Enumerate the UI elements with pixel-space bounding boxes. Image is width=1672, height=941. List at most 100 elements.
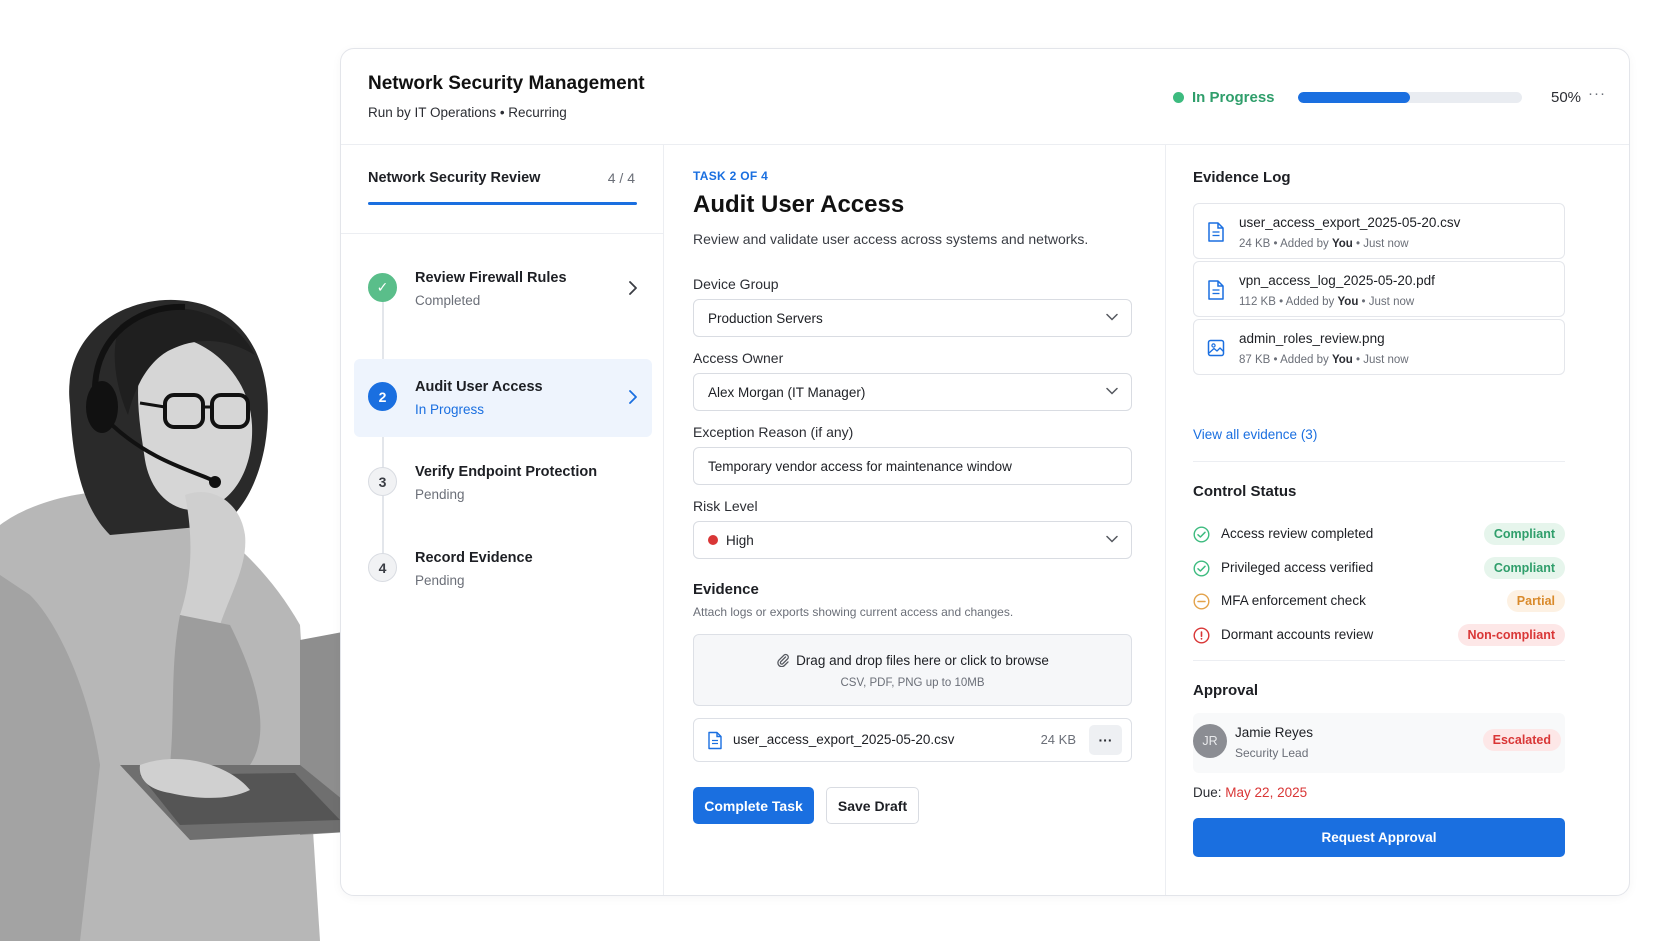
document-icon xyxy=(1208,280,1224,300)
view-all-evidence-link[interactable]: View all evidence (3) xyxy=(1193,427,1317,442)
check-circle-icon xyxy=(1193,560,1210,577)
status-badge: Partial xyxy=(1506,590,1565,612)
access-owner-label: Access Owner xyxy=(693,350,784,366)
control-label: Dormant accounts review xyxy=(1221,627,1374,642)
step-title: Audit User Access xyxy=(415,379,543,395)
approver-card: JR Jamie Reyes Security Lead Escalated xyxy=(1193,713,1565,773)
step-number: 2 xyxy=(368,382,397,411)
control-item: Privileged access verified Compliant xyxy=(1193,556,1565,582)
evidence-file-name: user_access_export_2025-05-20.csv xyxy=(1239,215,1461,230)
page: Network Security Management Run by IT Op… xyxy=(0,0,1672,941)
device-group-label: Device Group xyxy=(693,276,779,292)
risk-level-value: High xyxy=(726,532,754,548)
control-status-heading: Control Status xyxy=(1193,483,1297,500)
exception-reason-input[interactable]: Temporary vendor access for maintenance … xyxy=(693,447,1132,485)
chevron-right-icon xyxy=(629,281,637,295)
progress-fill xyxy=(1298,92,1410,103)
risk-level-select[interactable]: High xyxy=(693,521,1132,559)
control-item: MFA enforcement check Partial xyxy=(1193,589,1565,615)
evidence-log-item[interactable]: user_access_export_2025-05-20.csv 24 KB … xyxy=(1193,203,1565,259)
alert-circle-icon xyxy=(1193,627,1210,644)
chevron-down-icon xyxy=(1106,387,1118,395)
partial-circle-icon xyxy=(1193,593,1210,610)
chevron-right-icon xyxy=(629,390,637,404)
check-icon: ✓ xyxy=(368,273,397,302)
avatar: JR xyxy=(1193,724,1227,758)
uploaded-file-size: 24 KB xyxy=(1040,732,1076,747)
step-item-audit-user-access[interactable]: 2 Audit User Access In Progress xyxy=(354,359,652,437)
step-number: 4 xyxy=(368,553,397,582)
exception-reason-value: Temporary vendor access for maintenance … xyxy=(708,458,1012,474)
evidence-heading: Evidence xyxy=(693,581,759,598)
control-item: Dormant accounts review Non-compliant xyxy=(1193,623,1565,649)
step-status: In Progress xyxy=(415,402,485,417)
divider xyxy=(1193,660,1565,661)
uploaded-file-name: user_access_export_2025-05-20.csv xyxy=(733,732,955,747)
status-badge: Compliant xyxy=(1483,523,1565,545)
evidence-subtext: Attach logs or exports showing current a… xyxy=(693,605,1014,619)
step-status: Pending xyxy=(415,487,465,502)
step-status: Completed xyxy=(415,293,481,308)
file-more-options-button[interactable]: ··· xyxy=(1089,725,1122,755)
save-draft-button[interactable]: Save Draft xyxy=(826,787,919,824)
page-subtitle: Run by IT Operations • Recurring xyxy=(368,105,567,120)
evidence-file-meta: 112 KB • Added by You • Just now xyxy=(1239,296,1415,308)
control-label: MFA enforcement check xyxy=(1221,593,1366,608)
status-indicator: In Progress xyxy=(1173,89,1275,106)
progress-bar xyxy=(1298,92,1522,103)
chevron-down-icon xyxy=(1106,535,1118,543)
workflow-tab-indicator xyxy=(368,202,637,205)
evidence-log-item[interactable]: vpn_access_log_2025-05-20.pdf 112 KB • A… xyxy=(1193,261,1565,317)
step-item-review-firewall-rules[interactable]: ✓ Review Firewall Rules Completed xyxy=(354,250,652,328)
status-dot-icon xyxy=(1173,92,1184,103)
evidence-log-item[interactable]: admin_roles_review.png 87 KB • Added by … xyxy=(1193,319,1565,375)
step-title: Verify Endpoint Protection xyxy=(415,464,598,480)
workflow-count: 4 / 4 xyxy=(607,170,635,186)
device-group-select[interactable]: Production Servers xyxy=(693,299,1132,337)
device-group-value: Production Servers xyxy=(708,310,823,326)
complete-task-button[interactable]: Complete Task xyxy=(693,787,814,824)
status-badge: Compliant xyxy=(1483,557,1565,579)
file-dropzone[interactable]: Drag and drop files here or click to bro… xyxy=(693,634,1132,706)
step-title: Record Evidence xyxy=(415,550,533,566)
status-label: In Progress xyxy=(1192,89,1275,106)
evidence-file-name: admin_roles_review.png xyxy=(1239,331,1385,346)
due-date-value: May 22, 2025 xyxy=(1225,785,1308,800)
risk-high-dot-icon xyxy=(708,535,718,545)
divider xyxy=(1193,461,1565,462)
document-icon xyxy=(708,731,722,750)
workflow-name: Network Security Review xyxy=(368,170,541,186)
task-card: Network Security Management Run by IT Op… xyxy=(340,48,1630,896)
evidence-file-name: vpn_access_log_2025-05-20.pdf xyxy=(1239,273,1435,288)
request-approval-button[interactable]: Request Approval xyxy=(1193,818,1565,857)
more-options-icon[interactable]: ··· xyxy=(1588,85,1606,102)
status-badge: Non-compliant xyxy=(1457,624,1565,646)
divider xyxy=(341,233,663,234)
paperclip-icon xyxy=(777,653,789,668)
control-label: Access review completed xyxy=(1221,526,1374,541)
task-form-panel: TASK 2 OF 4 Audit User Access Review and… xyxy=(664,145,1166,895)
step-item-record-evidence[interactable]: 4 Record Evidence Pending xyxy=(354,530,652,608)
due-label: Due: xyxy=(1193,785,1222,800)
card-header: Network Security Management Run by IT Op… xyxy=(341,49,1629,145)
risk-level-label: Risk Level xyxy=(693,498,758,514)
task-title: Audit User Access xyxy=(693,191,905,218)
dropzone-hint: CSV, PDF, PNG up to 10MB xyxy=(840,677,985,689)
access-owner-value: Alex Morgan (IT Manager) xyxy=(708,384,866,400)
document-icon xyxy=(1208,222,1224,242)
page-title: Network Security Management xyxy=(368,73,645,94)
evidence-log-heading: Evidence Log xyxy=(1193,169,1291,186)
step-status: Pending xyxy=(415,573,465,588)
chevron-down-icon xyxy=(1106,313,1118,321)
dropzone-label: Drag and drop files here or click to bro… xyxy=(796,653,1049,668)
task-description: Review and validate user access across s… xyxy=(693,231,1089,247)
access-owner-select[interactable]: Alex Morgan (IT Manager) xyxy=(693,373,1132,411)
approval-status-badge: Escalated xyxy=(1482,729,1561,751)
evidence-file-meta: 24 KB • Added by You • Just now xyxy=(1239,238,1409,250)
workflow-panel: Network Security Review 4 / 4 ✓ Review F… xyxy=(341,145,664,895)
task-counter: TASK 2 OF 4 xyxy=(693,169,769,183)
step-item-verify-endpoint-protection[interactable]: 3 Verify Endpoint Protection Pending xyxy=(354,444,652,522)
control-label: Privileged access verified xyxy=(1221,560,1374,575)
control-item: Access review completed Compliant xyxy=(1193,522,1565,548)
image-icon xyxy=(1207,339,1225,357)
